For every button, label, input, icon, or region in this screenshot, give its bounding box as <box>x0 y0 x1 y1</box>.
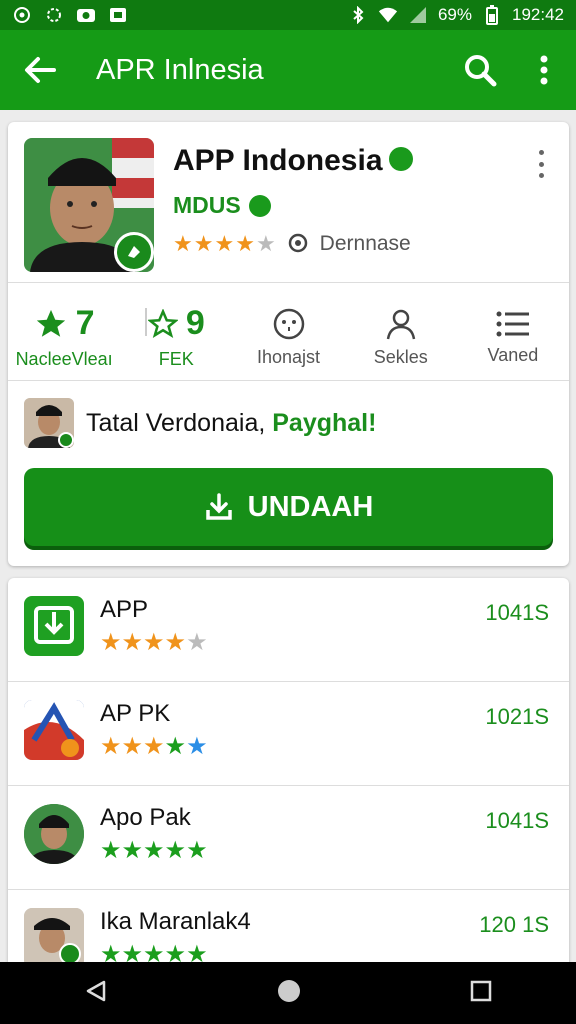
battery-icon <box>482 5 502 25</box>
star-icon: ★ <box>193 231 214 256</box>
person-avatar-icon <box>24 804 84 864</box>
install-label: UNDAAH <box>247 490 374 523</box>
stats-separator <box>145 308 147 336</box>
meta-label: Dernnase <box>319 232 411 255</box>
overflow-menu-button[interactable] <box>512 30 576 110</box>
stat-similar[interactable]: Sekles <box>345 294 457 380</box>
list-item[interactable]: Ika Maranlak4 ★★★★★ 120 1S <box>8 890 569 968</box>
person-icon <box>386 309 415 339</box>
star-icon: ★ <box>235 231 255 256</box>
list-item-stars: ★★★★★ <box>100 837 208 864</box>
download-icon <box>205 493 232 520</box>
list-item-name: AP PK <box>100 700 171 727</box>
camera-icon <box>76 5 96 25</box>
triangle-back-icon <box>86 980 106 1001</box>
list-item-count: 1041S <box>485 600 549 625</box>
wifi-icon <box>378 5 398 25</box>
promo-row: Tatal Verdonaia, Payghal! <box>24 398 376 448</box>
stat-rated[interactable]: Ihonajst <box>232 294 344 380</box>
location-icon <box>288 233 307 253</box>
rating-row: ★ ★ ★ ★ ★ Dernnase <box>173 232 411 256</box>
list-item[interactable]: AP PK ★★★★★ 1021S <box>8 682 569 786</box>
system-nav-bar <box>0 962 576 1024</box>
circle-home-icon <box>278 979 300 1002</box>
app-bar: APR Inlnesia <box>0 30 576 110</box>
more-vertical-icon <box>540 55 548 85</box>
list-item-name: Apo Pak <box>100 804 191 831</box>
settings-icon <box>44 5 64 25</box>
page-title: APR Inlnesia <box>96 53 264 86</box>
verified-icon <box>388 147 413 172</box>
app-detail-card: APP Indonesia MDUS ★ ★ ★ ★ ★ Dernnase 7 … <box>8 122 569 566</box>
notification-icon <box>108 5 128 25</box>
developer-verified-icon <box>248 194 271 217</box>
list-item-name: Ika Maranlak4 <box>100 908 251 935</box>
back-button[interactable] <box>0 30 80 110</box>
related-apps-list: APP ★★★★★ 1041S AP PK ★★★★★ 1021S Apo Pa… <box>8 578 569 968</box>
promo-avatar <box>24 398 74 448</box>
list-item-count: 120 1S <box>479 912 549 937</box>
bluetooth-icon <box>348 5 368 25</box>
search-button[interactable] <box>448 30 512 110</box>
divider <box>8 380 569 381</box>
list-item[interactable]: APP ★★★★★ 1041S <box>8 578 569 682</box>
rating-stars: ★ ★ ★ ★ ★ <box>173 233 276 255</box>
star-outline-icon <box>147 308 178 338</box>
nav-back-button[interactable] <box>84 979 108 1008</box>
back-arrow-icon <box>25 57 56 83</box>
whatsapp-icon <box>12 5 32 25</box>
status-bar: 69% 192:42 <box>0 0 576 30</box>
ap-pk-app-icon <box>24 700 84 760</box>
smile-face-icon <box>273 308 304 339</box>
list-item-stars: ★★★★★ <box>100 733 208 760</box>
install-button[interactable]: UNDAAH <box>24 468 553 546</box>
app-name: APP Indonesia <box>173 144 413 178</box>
verified-badge-icon <box>114 232 154 272</box>
stat-list[interactable]: Vaned <box>457 294 569 380</box>
person-avatar-icon <box>24 908 84 968</box>
stat-rating[interactable]: 7 NacleeVleaı <box>8 294 120 380</box>
star-icon: ★ <box>173 231 193 256</box>
promo-highlight: Payghal! <box>272 408 377 437</box>
nav-recents-button[interactable] <box>470 980 492 1007</box>
stats-row: 7 NacleeVleaı 9 FEK Ihonajst Sekles Vane… <box>8 294 569 380</box>
search-icon <box>465 55 497 87</box>
list-item-count: 1041S <box>485 808 549 833</box>
download-app-icon <box>24 596 84 656</box>
battery-percent: 69% <box>437 5 472 24</box>
square-recents-icon <box>470 980 492 1001</box>
developer-name: MDUS <box>173 192 241 218</box>
divider <box>8 282 569 283</box>
nav-home-button[interactable] <box>276 978 302 1009</box>
star-filled-icon <box>36 309 65 337</box>
star-empty-icon: ★ <box>255 231 276 256</box>
stat-reviews[interactable]: 9 FEK <box>120 294 232 380</box>
card-menu-button[interactable] <box>529 146 553 182</box>
list-item[interactable]: Apo Pak ★★★★★ 1041S <box>8 786 569 890</box>
developer-link[interactable]: MDUS <box>173 192 271 219</box>
list-item-name: APP <box>100 596 149 623</box>
list-icon <box>496 311 529 336</box>
promo-text: Tatal Verdonaia, <box>86 408 273 437</box>
signal-icon <box>408 5 428 25</box>
list-item-stars: ★★★★★ <box>100 629 208 656</box>
star-icon: ★ <box>214 231 235 256</box>
list-item-count: 1021S <box>485 704 549 729</box>
clock: 192:42 <box>512 5 564 24</box>
